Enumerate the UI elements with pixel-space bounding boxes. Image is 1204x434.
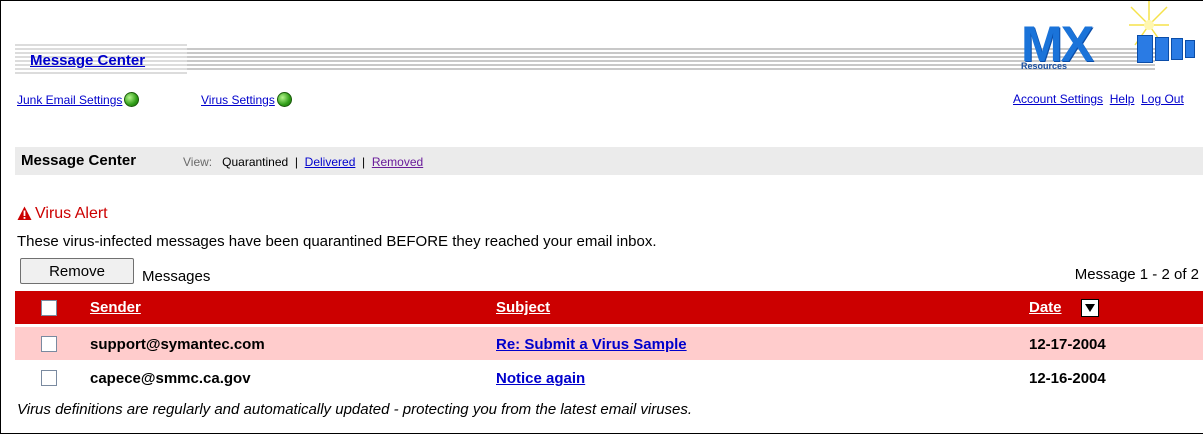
help-link[interactable]: Help bbox=[1110, 92, 1135, 106]
warning-triangle-icon bbox=[17, 206, 32, 220]
settings-nav: Junk Email Settings bbox=[17, 92, 140, 107]
table-header: Sender Subject Date bbox=[15, 291, 1203, 324]
view-selector: View: Quarantined | Delivered | Removed bbox=[183, 155, 423, 169]
junk-email-settings-link[interactable]: Junk Email Settings bbox=[17, 93, 122, 107]
message-center-link[interactable]: Message Center bbox=[30, 52, 145, 69]
logo-subtitle: Resources bbox=[1021, 61, 1068, 71]
title-box: Message Center bbox=[15, 44, 187, 74]
view-removed-link[interactable]: Removed bbox=[372, 155, 423, 169]
row-date: 12-16-2004 bbox=[1029, 370, 1106, 387]
view-separator: | bbox=[362, 155, 366, 169]
virus-settings-link[interactable]: Virus Settings bbox=[201, 93, 275, 107]
row-subject-link[interactable]: Re: Submit a Virus Sample bbox=[496, 336, 687, 353]
title-bar: Message Center bbox=[15, 44, 1155, 74]
account-settings-link[interactable]: Account Settings bbox=[1013, 92, 1103, 106]
view-delivered-link[interactable]: Delivered bbox=[305, 155, 356, 169]
row-date: 12-17-2004 bbox=[1029, 336, 1106, 353]
virus-settings-nav: Virus Settings bbox=[201, 92, 292, 107]
footnote: Virus definitions are regularly and auto… bbox=[17, 401, 693, 418]
alert-title: Virus Alert bbox=[35, 205, 108, 222]
page-frame: Message Center MX Resources Junk Email S… bbox=[0, 0, 1203, 434]
view-label: View: bbox=[183, 155, 213, 169]
row-subject-link[interactable]: Notice again bbox=[496, 370, 585, 387]
virus-status-icon bbox=[276, 92, 292, 107]
remove-button[interactable]: Remove bbox=[20, 258, 134, 284]
virus-alert: Virus Alert bbox=[17, 205, 108, 223]
row-checkbox[interactable] bbox=[41, 370, 57, 386]
table-row: capece@smmc.ca.gov Notice again 12-16-20… bbox=[15, 361, 1203, 394]
view-current-quarantined: Quarantined bbox=[222, 155, 289, 169]
logout-link[interactable]: Log Out bbox=[1141, 92, 1184, 106]
mx-logo: MX Resources bbox=[1011, 1, 1203, 79]
column-date[interactable]: Date bbox=[1029, 299, 1062, 316]
table-row: support@symantec.com Re: Submit a Virus … bbox=[15, 327, 1203, 360]
view-separator: | bbox=[294, 155, 298, 169]
message-count: Message 1 - 2 of 2 bbox=[1074, 266, 1199, 283]
row-sender: capece@smmc.ca.gov bbox=[90, 370, 251, 387]
account-nav: Account Settings Help Log Out bbox=[1013, 92, 1184, 106]
row-checkbox[interactable] bbox=[41, 336, 57, 352]
alert-description: These virus-infected messages have been … bbox=[17, 233, 657, 250]
column-sender[interactable]: Sender bbox=[90, 299, 141, 316]
sort-descending-icon[interactable] bbox=[1081, 299, 1099, 317]
select-all-checkbox[interactable] bbox=[41, 300, 57, 316]
messages-label: Messages bbox=[142, 268, 211, 285]
junk-status-icon bbox=[124, 92, 140, 107]
row-sender: support@symantec.com bbox=[90, 336, 265, 353]
column-subject[interactable]: Subject bbox=[496, 299, 550, 316]
view-bar-title: Message Center bbox=[21, 152, 137, 169]
view-bar: Message Center View: Quarantined | Deliv… bbox=[15, 147, 1203, 175]
title-stripes bbox=[187, 48, 1155, 72]
